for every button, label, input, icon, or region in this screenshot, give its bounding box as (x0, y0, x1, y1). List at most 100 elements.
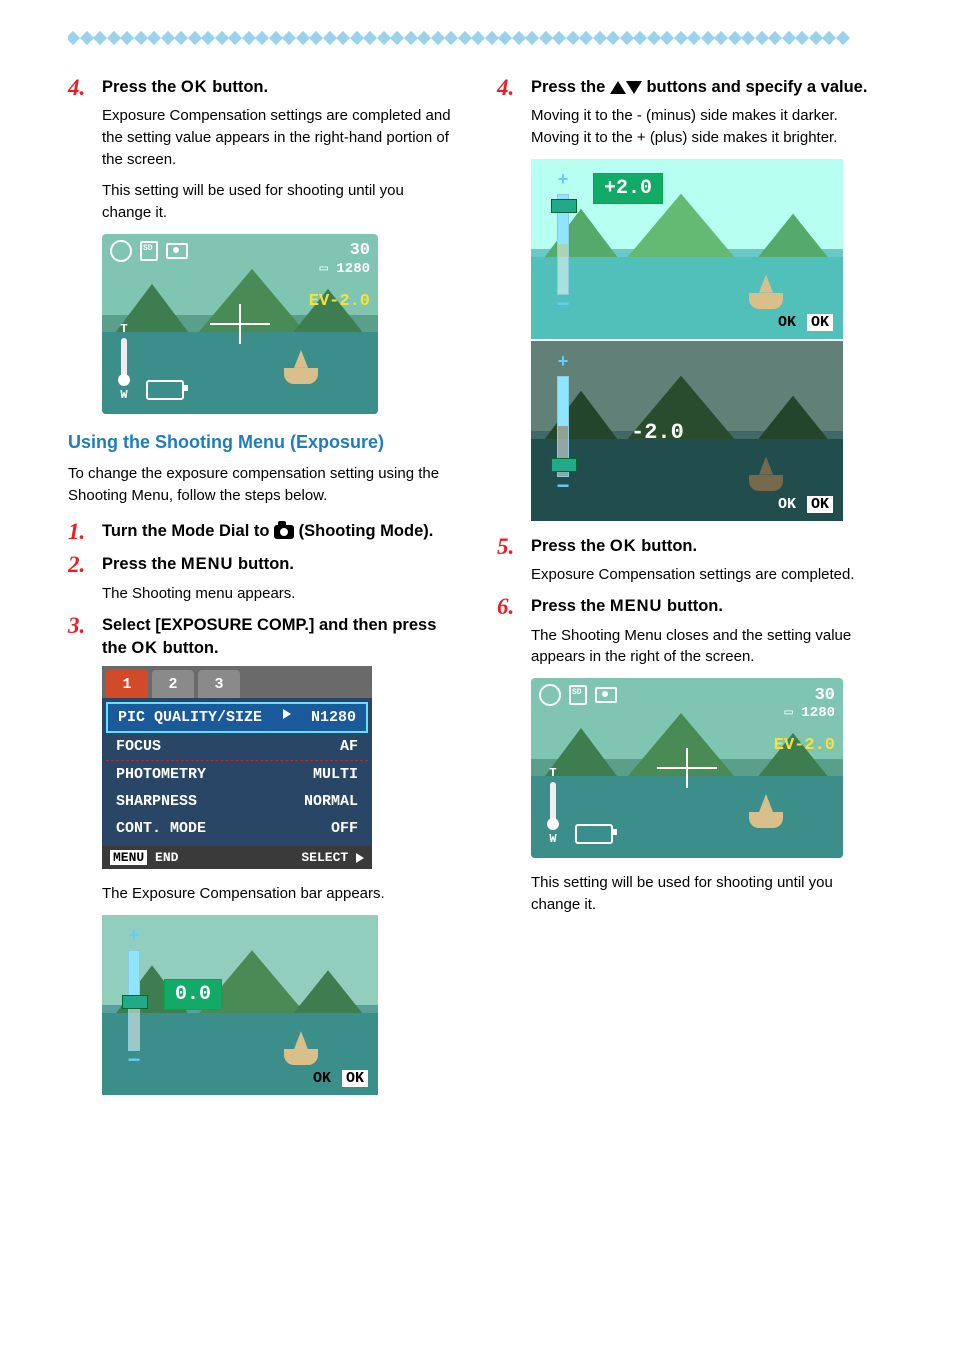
step-1: 1. Turn the Mode Dial to (Shooting Mode)… (68, 520, 457, 543)
step-2: 2. Press the MENU button. (68, 553, 457, 576)
text: END (155, 850, 178, 865)
text: buttons and specify a value. (642, 78, 868, 96)
step-number: 2. (68, 553, 90, 576)
menu-tab-1: 1 (106, 670, 148, 698)
step-heading: Press the OK button. (102, 76, 268, 99)
menu-footer: MENU END SELECT (102, 846, 372, 869)
step-4-left: 4. Press the OK button. (68, 76, 457, 99)
step-number: 4. (497, 76, 519, 99)
paragraph: This setting will be used for shooting u… (102, 180, 457, 224)
text: Press the (531, 78, 610, 96)
remaining-shots: 30 (815, 686, 835, 705)
text: button. (637, 537, 697, 555)
text: Press the (102, 78, 181, 96)
image-size-indicator: ▭ 1280 (785, 704, 835, 721)
ok-glyph: OK (181, 78, 208, 96)
menu-item-label: SHARPNESS (116, 793, 197, 810)
step-6: 6. Press the MENU button. (497, 595, 886, 618)
focus-crosshair (657, 748, 717, 788)
minus-icon: − (557, 299, 570, 309)
down-arrow-icon (626, 81, 642, 94)
menu-row: SHARPNESS NORMAL (106, 788, 368, 815)
text: Press the (102, 555, 181, 573)
paragraph: The Shooting menu appears. (102, 583, 457, 605)
menu-glyph: MENU (610, 597, 663, 615)
ev-value-label: -2.0 (621, 417, 694, 448)
menu-tab-3: 3 (198, 670, 240, 698)
text: Turn the Mode Dial to (102, 522, 274, 540)
step-heading: Press the OK button. (531, 535, 697, 558)
step-number: 5. (497, 535, 519, 558)
menu-item-label: CONT. MODE (116, 820, 206, 837)
step-heading: Select [EXPOSURE COMP.] and then press t… (102, 614, 457, 660)
menu-badge: MENU (110, 850, 147, 865)
focus-crosshair (210, 304, 270, 344)
step-number: 3. (68, 614, 90, 660)
zoom-indicator: T W (541, 766, 565, 846)
ev-value-badge: +2.0 (593, 173, 663, 204)
text: SELECT (301, 850, 348, 865)
plus-icon: + (129, 925, 140, 946)
menu-item-label: PHOTOMETRY (116, 766, 206, 783)
step-body: The Shooting Menu closes and the setting… (531, 625, 886, 669)
ev-slider: + − (122, 925, 146, 1065)
step-heading: Press the MENU button. (102, 553, 294, 576)
text: button. (208, 78, 268, 96)
ev-slider: + − (551, 169, 575, 309)
sd-card-icon (140, 241, 158, 261)
step-heading: Press the MENU button. (531, 595, 723, 618)
sd-card-icon (569, 685, 587, 705)
text: Press the (531, 597, 610, 615)
ev-slider: + − (551, 351, 575, 491)
plus-icon: + (558, 351, 569, 372)
up-arrow-icon (610, 81, 626, 94)
right-column: 4. Press the buttons and specify a value… (497, 76, 886, 1109)
step-number: 1. (68, 520, 90, 543)
menu-item-value: N1280 (311, 709, 356, 726)
minus-icon: − (557, 481, 570, 491)
step-3: 3. Select [EXPOSURE COMP.] and then pres… (68, 614, 457, 660)
remaining-shots: 30 (350, 241, 370, 260)
flash-off-icon (539, 684, 561, 706)
step-heading: Turn the Mode Dial to (Shooting Mode). (102, 520, 433, 543)
paragraph: This setting will be used for shooting u… (531, 872, 886, 916)
flash-off-icon (110, 240, 132, 262)
text: button. (233, 555, 293, 573)
step-body: Exposure Compensation settings are compl… (102, 105, 457, 224)
paragraph: Moving it to the - (minus) side makes it… (531, 105, 886, 149)
camera-mode-icon (595, 687, 617, 703)
menu-item-label: PIC QUALITY/SIZE (118, 709, 262, 726)
battery-icon (575, 824, 613, 844)
menu-item-value: NORMAL (304, 793, 358, 810)
ok-glyph: OK (610, 537, 637, 555)
menu-item-value: AF (340, 738, 358, 755)
menu-row-selected: PIC QUALITY/SIZE N1280 (106, 702, 368, 733)
right-arrow-icon (283, 709, 291, 719)
menu-tab-2: 2 (152, 670, 194, 698)
exposure-minus-screenshot: + − -2.0 OK OK (531, 341, 843, 521)
battery-icon (146, 380, 184, 400)
ev-value: EV-2.0 (774, 736, 835, 755)
step-number: 6. (497, 595, 519, 618)
paragraph: Exposure Compensation settings are compl… (531, 564, 886, 586)
zoom-indicator: T W (112, 322, 136, 402)
text: button. (158, 639, 218, 657)
shooting-menu-screenshot: 1 2 3 PIC QUALITY/SIZE N1280 FOCUS AF PH… (102, 666, 372, 869)
text: (Shooting Mode). (294, 522, 433, 540)
ev-value-badge: 0.0 (164, 979, 222, 1010)
camera-preview-screenshot: 30 ▭ 1280 EV-2.0 T W (531, 678, 843, 858)
ok-indicator: OK OK (778, 496, 833, 513)
ok-indicator: OK OK (778, 314, 833, 331)
step-heading: Press the buttons and specify a value. (531, 76, 867, 99)
paragraph: Exposure Compensation settings are compl… (102, 105, 457, 170)
paragraph: The Shooting Menu closes and the setting… (531, 625, 886, 669)
exposure-plus-screenshot: + − +2.0 OK OK (531, 159, 843, 339)
step-number: 4. (68, 76, 90, 99)
text: button. (662, 597, 722, 615)
step-4-right: 4. Press the buttons and specify a value… (497, 76, 886, 99)
menu-item-label: FOCUS (116, 738, 161, 755)
step-body: Exposure Compensation settings are compl… (531, 564, 886, 586)
right-arrow-icon (356, 853, 364, 863)
step-body: Moving it to the - (minus) side makes it… (531, 105, 886, 149)
decorative-divider (68, 30, 886, 48)
